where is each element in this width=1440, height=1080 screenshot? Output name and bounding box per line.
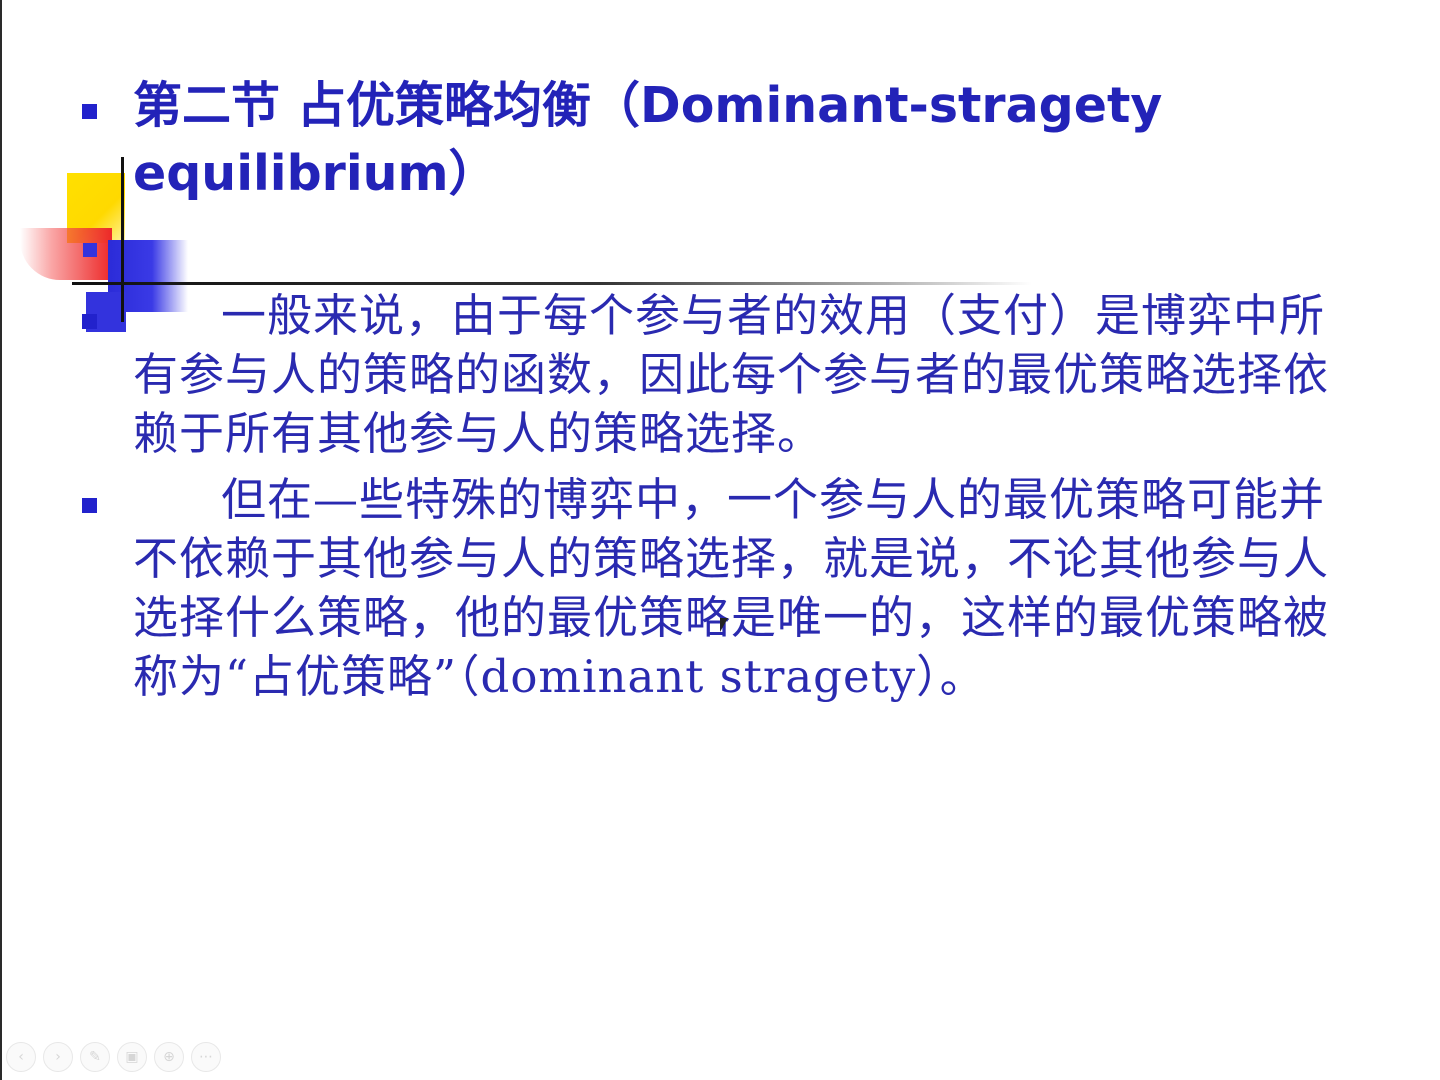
decor-vertical-line (121, 157, 124, 322)
paragraph-2-text: 但在—些特殊的博弈中，一个参与人的最优策略可能并不依赖于其他参与人的策略选择，就… (133, 473, 1330, 703)
previous-icon[interactable]: ‹ (6, 1042, 36, 1072)
slides-icon[interactable]: ▣ (117, 1042, 147, 1072)
decor-red-block (20, 228, 112, 280)
bullet-icon (82, 314, 97, 329)
bullet-icon (82, 104, 97, 119)
slideshow-toolbar: ‹ › ✎ ▣ ⊕ ⋯ (6, 1042, 221, 1072)
decor-blue-square (83, 243, 97, 257)
window-left-edge (0, 0, 2, 1080)
paragraph-1: 一般来说，由于每个参与者的效用（支付）是博弈中所有参与人的策略的函数，因此每个参… (133, 286, 1333, 463)
slide-title: 第二节 占优策略均衡（Dominant-stragety equilibrium… (133, 77, 1163, 202)
decor-horizontal-line (72, 282, 1032, 285)
next-icon[interactable]: › (43, 1042, 73, 1072)
zoom-icon[interactable]: ⊕ (154, 1042, 184, 1072)
paragraph-1-text: 一般来说，由于每个参与者的效用（支付）是博弈中所有参与人的策略的函数，因此每个参… (133, 289, 1330, 460)
pen-icon[interactable]: ✎ (80, 1042, 110, 1072)
bullet-icon (82, 498, 97, 513)
paragraph-2: 但在—些特殊的博弈中，一个参与人的最优策略可能并不依赖于其他参与人的策略选择，就… (133, 470, 1333, 706)
more-icon[interactable]: ⋯ (191, 1042, 221, 1072)
